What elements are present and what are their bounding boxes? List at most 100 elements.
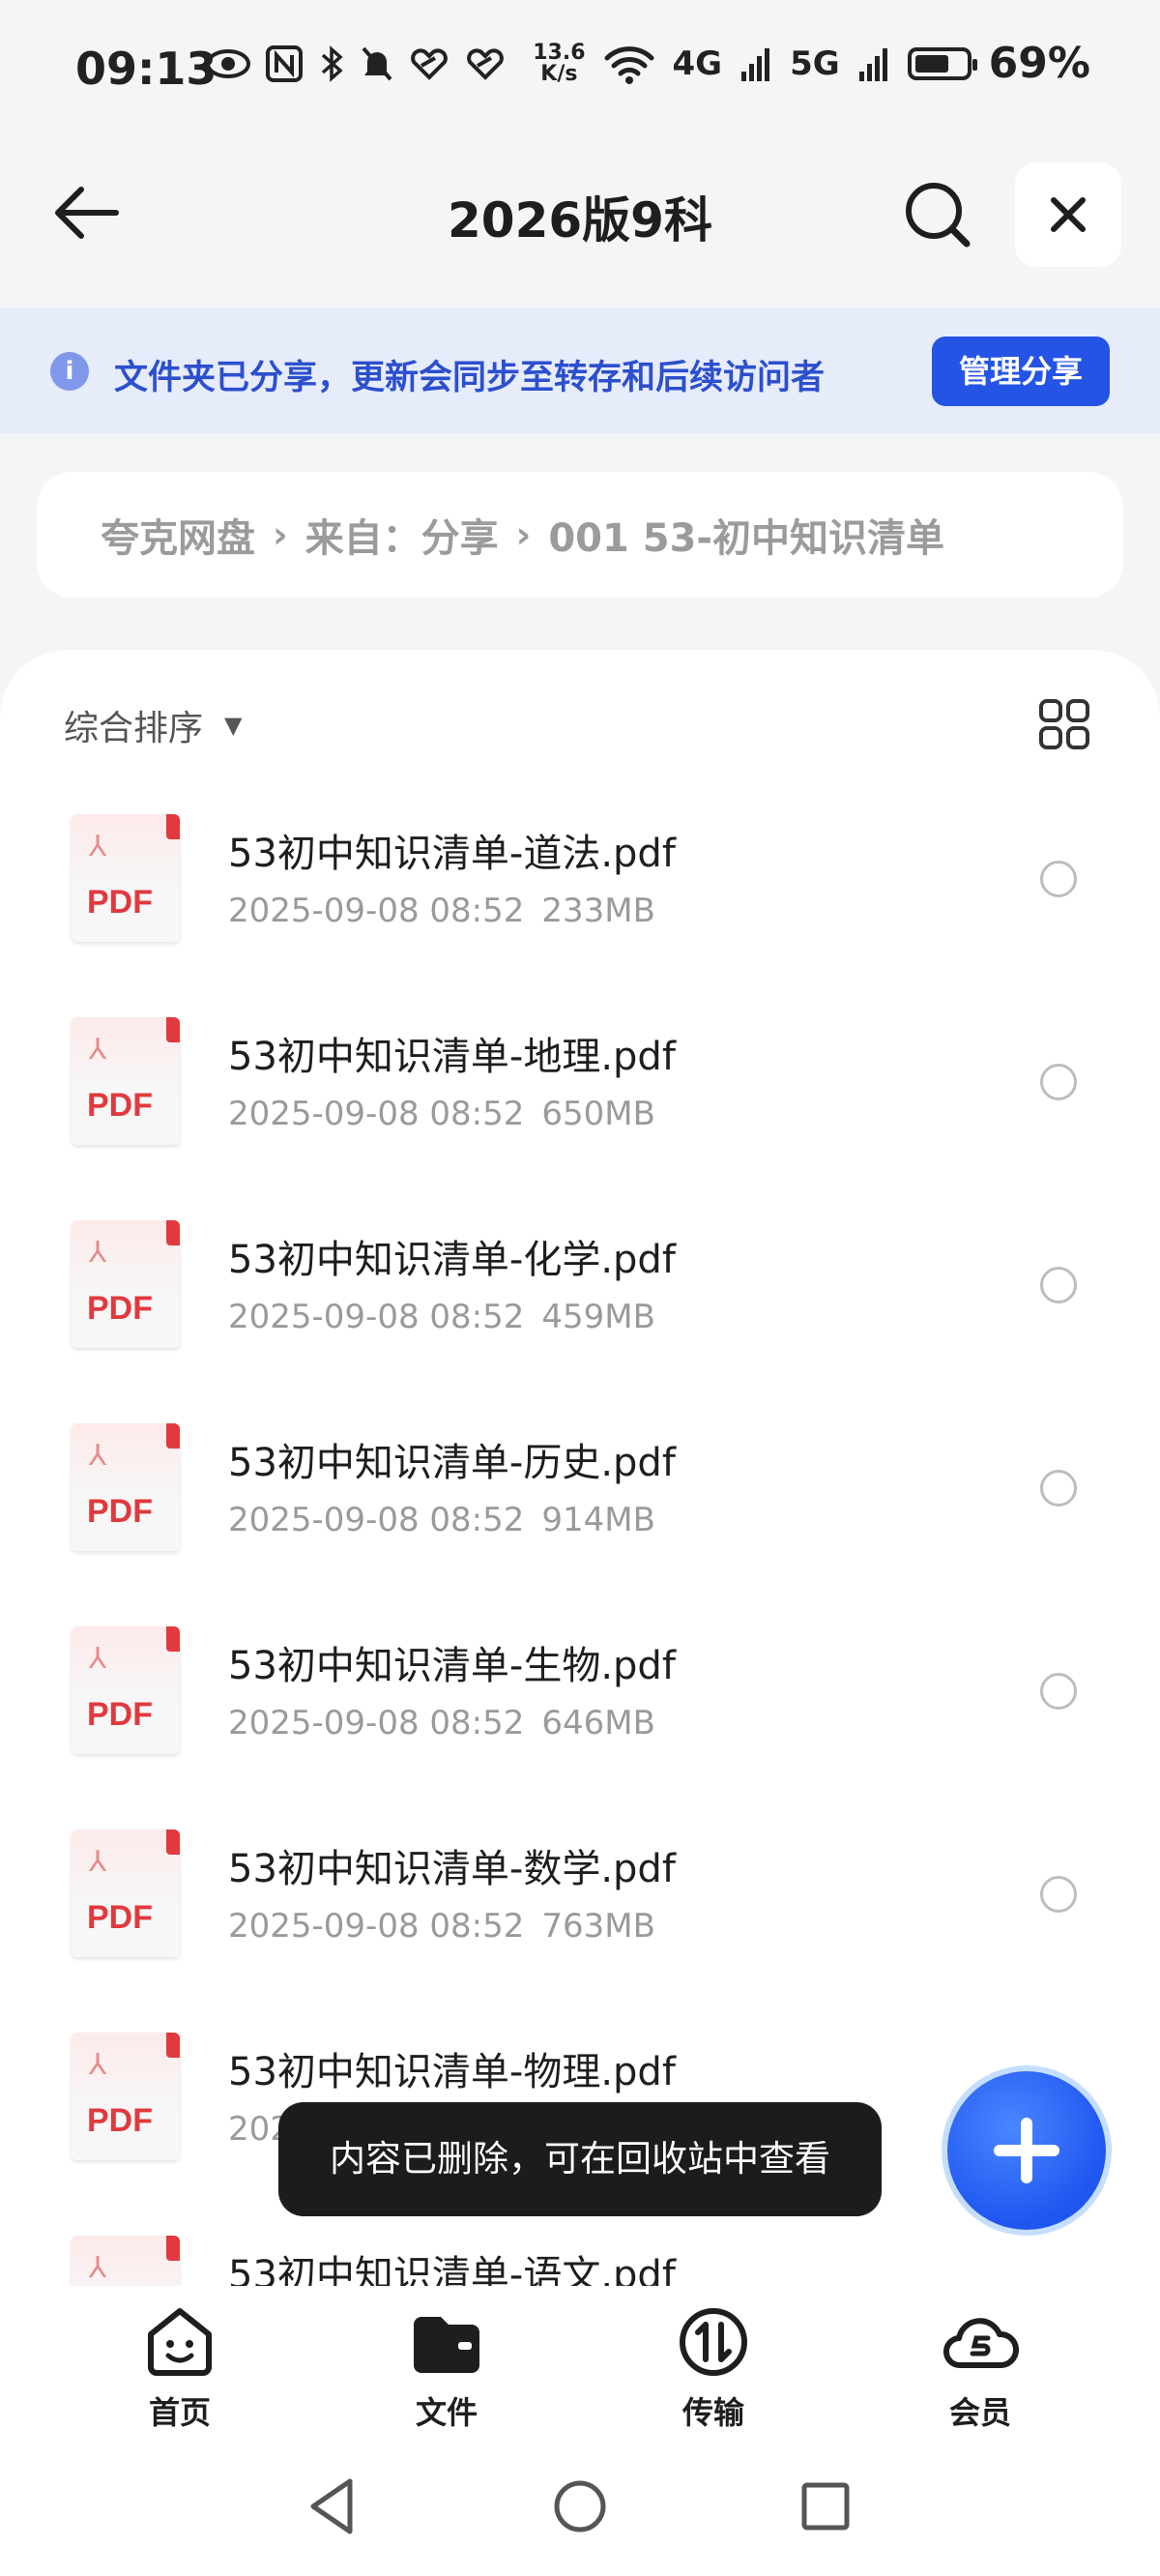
nav-label: 文件	[415, 2394, 478, 2431]
system-home-icon[interactable]	[541, 2468, 619, 2545]
home-face-icon	[148, 2308, 212, 2376]
search-icon[interactable]	[899, 176, 976, 253]
battery-percentage: 69%	[988, 39, 1090, 88]
status-left-icons	[205, 44, 507, 83]
breadcrumb-item-share[interactable]: 来自：分享	[305, 507, 499, 563]
signal-bars-icon	[741, 47, 770, 81]
system-navigation-bar	[0, 2431, 1160, 2576]
wifi-icon	[604, 45, 654, 84]
pdf-file-icon: ⅄PDF	[72, 1017, 180, 1145]
pdf-file-icon: ⅄PDF	[72, 1423, 180, 1551]
select-radio[interactable]	[1040, 1267, 1077, 1303]
signal-4g-label: 4G	[672, 44, 723, 83]
mute-bell-icon	[362, 46, 392, 81]
select-radio[interactable]	[1040, 1470, 1077, 1507]
file-size: 646MB	[541, 1704, 655, 1742]
toast-message: 内容已删除，可在回收站中查看	[278, 2102, 882, 2216]
close-icon	[1051, 197, 1086, 232]
select-radio[interactable]	[1040, 1064, 1077, 1100]
close-button[interactable]	[1015, 162, 1121, 267]
sort-dropdown[interactable]: 综合排序 ▼	[64, 700, 242, 750]
network-speed: 13.6 K/s	[533, 40, 586, 86]
file-row[interactable]: ⅄ PDF 53初中知识清单-化学.pdf 2025-09-08 08:52 459…	[0, 1220, 1160, 1423]
select-radio[interactable]	[1040, 861, 1077, 897]
nfc-icon	[266, 45, 303, 82]
file-row[interactable]: ⅄ PDF 53初中知识清单-生物.pdf 2025-09-08 08:52 646…	[0, 1626, 1160, 1830]
file-name: 53初中知识清单-化学.pdf	[228, 1238, 676, 1282]
file-size: 914MB	[541, 1501, 655, 1539]
nav-label: 首页	[148, 2394, 211, 2431]
file-size: 459MB	[541, 1298, 655, 1336]
battery-icon	[907, 46, 977, 80]
file-row[interactable]: ⅄ PDF 53初中知识清单-数学.pdf 2025-09-08 08:52 763…	[0, 1830, 1160, 2033]
pdf-file-icon: ⅄PDF	[72, 2236, 180, 2286]
file-name: 53初中知识清单-生物.pdf	[228, 1644, 676, 1688]
eye-icon	[206, 49, 250, 78]
signal-5g-label: 5G	[790, 44, 840, 83]
breadcrumb-item-root[interactable]: 夸克网盘	[101, 507, 255, 563]
file-row[interactable]: ⅄ PDF 53初中知识清单-道法.pdf 2025-09-08 08:52 233…	[0, 814, 1160, 1017]
caret-down-icon: ▼	[224, 712, 243, 739]
file-list: ⅄ PDF 53初中知识清单-道法.pdf 2025-09-08 08:52 233…	[0, 814, 1160, 2286]
pdf-file-icon: ⅄PDF	[72, 1220, 180, 1348]
file-meta: 2025-09-08 08:52 914MB	[228, 1501, 655, 1539]
folder-icon	[414, 2317, 479, 2373]
bottom-nav: 首页 文件 传输 会员	[0, 2286, 1160, 2431]
system-recents-icon[interactable]	[787, 2468, 864, 2545]
file-size: 650MB	[541, 1095, 655, 1133]
select-radio[interactable]	[1040, 1673, 1077, 1710]
pdf-file-icon: ⅄PDF	[72, 1830, 180, 1957]
file-sheet: 综合排序 ▼ ⅄ PDF 53初中知识清单-道法.pdf 2025-09-08 0…	[0, 650, 1160, 2286]
nav-label: 会员	[948, 2394, 1011, 2431]
link-heart-icon	[411, 48, 448, 80]
signal-bars-icon-2	[858, 47, 887, 81]
nav-label: 传输	[682, 2394, 744, 2431]
nav-item-files[interactable]: 文件	[360, 2305, 534, 2433]
file-meta: 2025-09-08 08:52 646MB	[228, 1704, 655, 1742]
file-name: 53初中知识清单-地理.pdf	[228, 1035, 676, 1079]
file-meta: 2025-09-08 08:52 763MB	[228, 1907, 655, 1946]
breadcrumb-separator: ›	[273, 513, 288, 556]
file-date: 2025-09-08 08:52	[228, 1907, 525, 1946]
file-meta: 2025-09-08 08:52 650MB	[228, 1095, 655, 1133]
battery-fill	[914, 54, 949, 73]
file-row[interactable]: ⅄ PDF 53初中知识清单-历史.pdf 2025-09-08 08:52 914…	[0, 1423, 1160, 1626]
system-back-icon[interactable]	[296, 2468, 373, 2545]
file-row[interactable]: ⅄PDF 53初中知识清单-语文.pdf	[0, 2236, 1160, 2286]
file-name: 53初中知识清单-语文.pdf	[228, 2253, 676, 2286]
breadcrumb-item-current[interactable]: 001 53-初中知识清单	[548, 507, 944, 563]
file-date: 2025-09-08 08:52	[228, 1298, 525, 1336]
link-heart-icon-2	[467, 48, 504, 80]
file-name: 53初中知识清单-数学.pdf	[228, 1847, 676, 1891]
file-size: 763MB	[541, 1907, 655, 1946]
member-cloud-icon	[942, 2318, 1019, 2369]
file-date: 2025-09-08 08:52	[228, 1704, 525, 1742]
share-notice-text: 文件夹已分享，更新会同步至转存和后续访问者	[114, 359, 826, 397]
grid-view-icon[interactable]	[1038, 698, 1090, 750]
file-meta: 2025-09-08 08:52 459MB	[228, 1298, 655, 1336]
top-bar: 2026版9科	[0, 155, 1160, 271]
breadcrumb: 夸克网盘 › 来自：分享 › 001 53-初中知识清单	[37, 472, 1123, 598]
manage-share-button[interactable]: 管理分享	[932, 337, 1110, 406]
nav-item-home[interactable]: 首页	[93, 2305, 267, 2433]
transfer-icon	[680, 2308, 747, 2376]
file-size: 233MB	[541, 892, 655, 930]
file-name: 53初中知识清单-物理.pdf	[228, 2050, 676, 2094]
page-title: 2026版9科	[448, 192, 712, 249]
file-date: 2025-09-08 08:52	[228, 1095, 525, 1133]
breadcrumb-separator: ›	[515, 513, 532, 556]
info-icon: i	[50, 352, 89, 391]
sort-label: 综合排序	[64, 709, 204, 748]
pdf-file-icon: ⅄PDF	[72, 814, 180, 942]
add-button[interactable]	[947, 2071, 1106, 2230]
nav-item-transfer[interactable]: 传输	[626, 2305, 800, 2433]
status-time: 09:13	[75, 43, 218, 95]
file-meta: 2025-09-08 08:52 233MB	[228, 892, 655, 930]
share-notice-banner: i 文件夹已分享，更新会同步至转存和后续访问者 管理分享	[0, 307, 1160, 433]
file-date: 2025-09-08 08:52	[228, 892, 525, 930]
select-radio[interactable]	[1040, 1876, 1077, 1913]
nav-item-member[interactable]: 会员	[893, 2305, 1067, 2433]
file-date: 2025-09-08 08:52	[228, 1501, 525, 1539]
file-row[interactable]: ⅄ PDF 53初中知识清单-地理.pdf 2025-09-08 08:52 650…	[0, 1017, 1160, 1220]
pdf-file-icon: ⅄PDF	[72, 2033, 180, 2160]
